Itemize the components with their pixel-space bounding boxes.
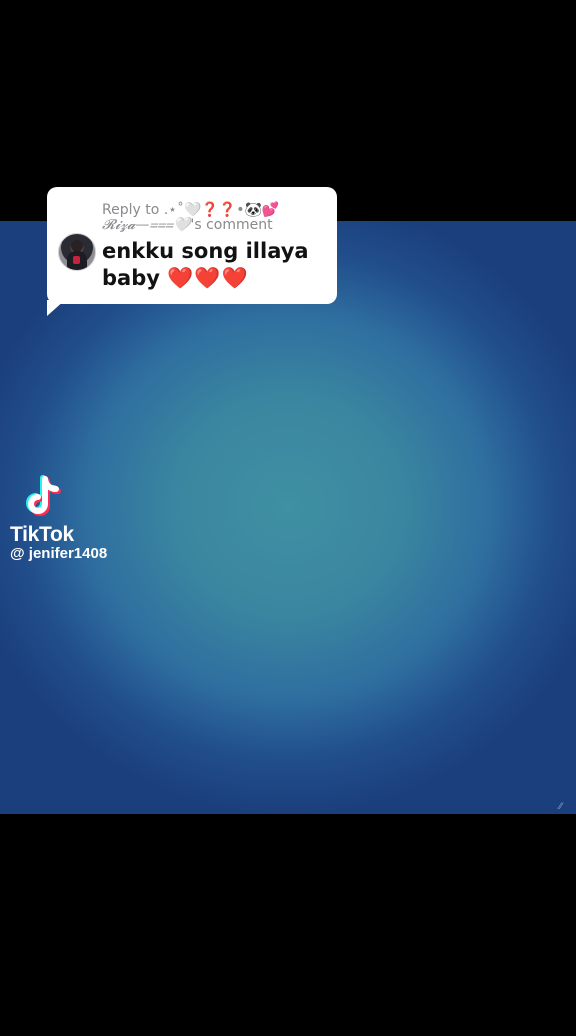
avatar-accent-shape (73, 256, 80, 264)
creator-handle[interactable]: @ jenifer1408 (10, 545, 107, 562)
video-frame[interactable]: ⁄⁄ (0, 221, 576, 814)
reply-username-line2[interactable]: 𝓡𝓲𝔃𝓪—⩶🤍 (102, 217, 190, 233)
reply-header: Reply to .⋆˚🤍❓❓•🐼💕 𝓡𝓲𝔃𝓪—⩶🤍's comment (102, 203, 327, 233)
reply-comment-card[interactable]: Reply to .⋆˚🤍❓❓•🐼💕 𝓡𝓲𝔃𝓪—⩶🤍's comment enk… (47, 187, 337, 304)
tiktok-wordmark: TikTok (10, 523, 74, 546)
video-corner-mark: ⁄⁄ (558, 802, 562, 812)
commenter-avatar[interactable] (58, 233, 96, 271)
comment-text: enkku song illaya baby ❤️❤️❤️ (102, 238, 332, 292)
heart-emoji-group: ❤️❤️❤️ (167, 266, 249, 290)
reply-username[interactable]: .⋆˚🤍❓❓•🐼💕 (164, 202, 280, 218)
reply-prefix: Reply to (102, 202, 160, 218)
tiktok-logo-icon (26, 475, 61, 516)
reply-suffix: 's comment (190, 217, 273, 233)
